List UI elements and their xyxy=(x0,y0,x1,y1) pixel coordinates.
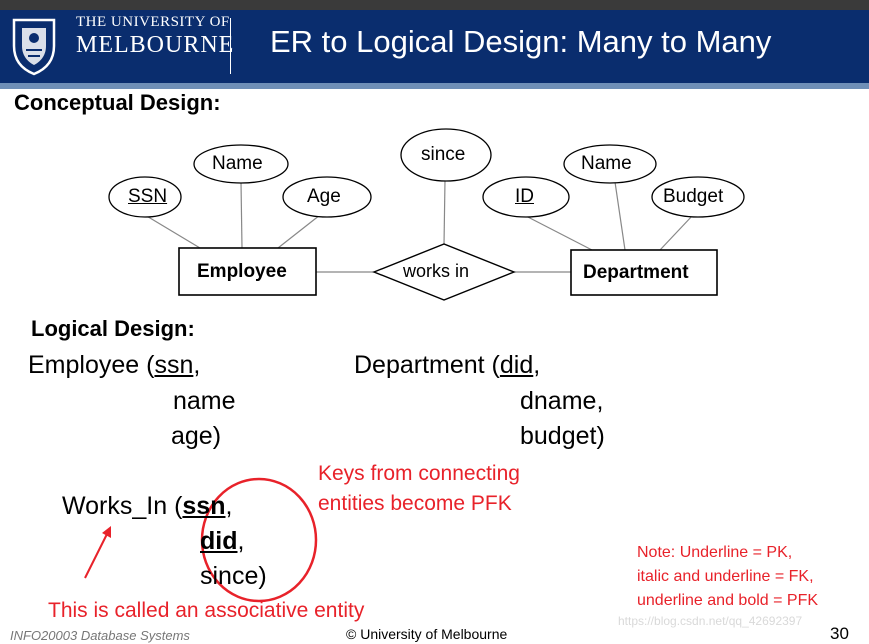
works-in-relation-open: Works_In ( xyxy=(62,492,183,520)
age-connector xyxy=(277,214,321,249)
dept-name-label: Name xyxy=(581,153,632,174)
budget-connector xyxy=(659,214,694,251)
emp-name-label: Name xyxy=(212,153,263,174)
employee-relation-open: Employee ( xyxy=(28,351,155,379)
works-in-pfk-ssn: ssn xyxy=(182,492,226,520)
department-attr-dname: dname, xyxy=(520,387,604,415)
works-in-pfk-did: did xyxy=(200,527,238,555)
department-pk: did xyxy=(499,351,534,379)
ssn-label: SSN xyxy=(128,186,168,207)
since-label: since xyxy=(421,144,466,165)
department-pk-comma: , xyxy=(533,351,541,379)
note-line1: Note: Underline = PK, xyxy=(637,544,793,561)
keys-annotation-line1: Keys from connecting xyxy=(318,462,520,485)
employee-relation: Employee (ssn, xyxy=(28,351,200,380)
works-in-pfk-did-line: did, xyxy=(200,527,244,556)
employee-label: Employee xyxy=(197,261,287,282)
ssn-connector xyxy=(144,214,201,249)
employee-attr-age: age) xyxy=(171,422,222,450)
id-connector xyxy=(523,214,593,251)
note-line2: italic and underline = FK, xyxy=(637,568,814,585)
slide-number: 30 xyxy=(830,624,849,643)
age-label: Age xyxy=(307,186,341,207)
footer-watermark: https://blog.csdn.net/qq_42692397 xyxy=(618,614,803,628)
note-line3: underline and bold = PFK xyxy=(637,592,819,609)
works-in-attr-since: since) xyxy=(200,562,267,590)
since-connector xyxy=(443,179,446,246)
emp-name-connector xyxy=(240,181,243,249)
department-relation: Department (did, xyxy=(354,351,540,380)
employee-pk-comma: , xyxy=(193,351,201,379)
footer-copyright: © University of Melbourne xyxy=(346,626,508,642)
works-in-did-comma: , xyxy=(237,527,245,555)
associative-arrow xyxy=(84,533,108,579)
employee-attr-name: name xyxy=(173,387,236,415)
dept-name-connector xyxy=(614,181,626,251)
keys-annotation-line2: entities become PFK xyxy=(318,492,512,515)
works-in-ssn-comma: , xyxy=(225,492,233,520)
relationship-label: works in xyxy=(403,261,470,281)
logical-design-heading: Logical Design: xyxy=(31,316,195,341)
employee-pk: ssn xyxy=(154,351,194,379)
department-relation-open: Department ( xyxy=(354,351,500,379)
department-attr-budget: budget) xyxy=(520,422,605,450)
associative-annotation: This is called an associative entity xyxy=(48,599,365,622)
works-in-relation: Works_In (ssn, xyxy=(62,492,232,521)
budget-label: Budget xyxy=(663,186,724,207)
department-label: Department xyxy=(583,262,689,283)
id-label: ID xyxy=(515,186,534,207)
